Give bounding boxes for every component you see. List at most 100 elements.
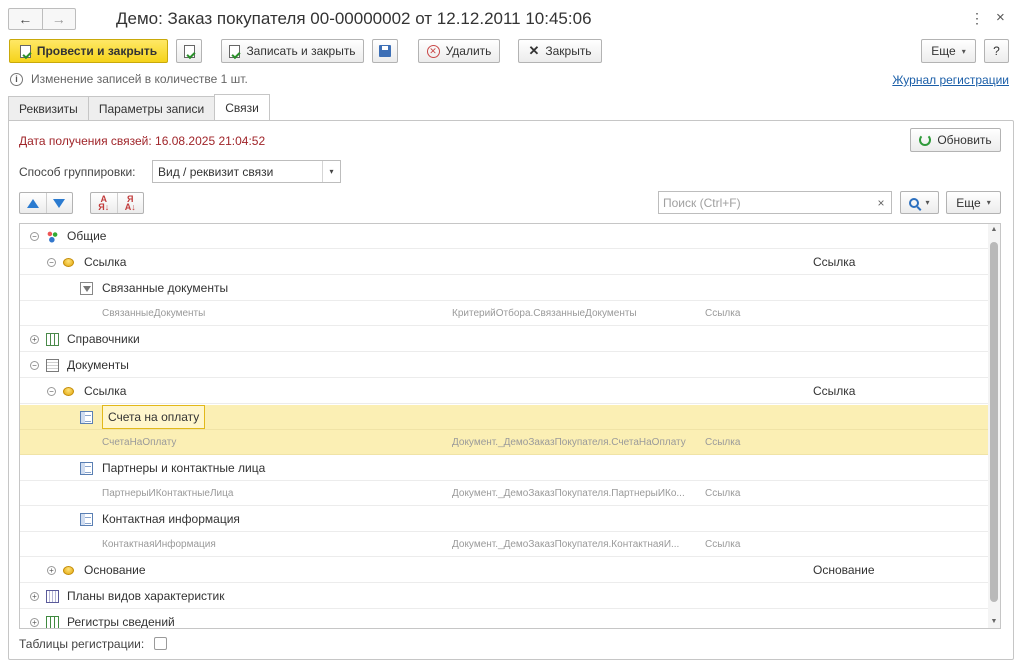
tree-row-contact-info-details[interactable]: КонтактнаяИнформация Документ._ДемоЗаказ…: [20, 532, 988, 557]
window-menu-icon[interactable]: ⋮: [970, 10, 984, 27]
close-label: Закрыть: [545, 44, 592, 58]
tree-row-invoices[interactable]: Счета на оплату: [20, 405, 988, 430]
sort-buttons: А Я↓ Я А↓: [90, 192, 144, 214]
tree-row-path: Документ._ДемоЗаказПокупателя.Контактная…: [452, 539, 680, 550]
caret-down-icon: ▾: [925, 198, 930, 207]
tree-row-linked-docs[interactable]: Связанные документы: [20, 276, 988, 301]
help-label: ?: [993, 44, 1000, 58]
collapse-icon[interactable]: −: [47, 387, 56, 396]
window-title: Демо: Заказ покупателя 00-00000002 от 12…: [116, 9, 592, 28]
tree-row-label: Регистры сведений: [67, 615, 175, 629]
window-close-icon[interactable]: ×: [996, 9, 1005, 26]
delete-icon: ✕: [426, 44, 440, 58]
delete-button[interactable]: ✕ Удалить: [418, 39, 500, 63]
tab-record-parameters[interactable]: Параметры записи: [87, 96, 216, 120]
write-and-close-button[interactable]: Записать и закрыть: [221, 39, 364, 63]
tree-row-partners[interactable]: Партнеры и контактные лица: [20, 456, 988, 481]
search-field[interactable]: ×: [658, 191, 892, 214]
search-input[interactable]: [659, 192, 871, 213]
tree-row-contact-info[interactable]: Контактная информация: [20, 507, 988, 532]
tree-row-linked-docs-details[interactable]: СвязанныеДокументы КритерийОтбора.Связан…: [20, 301, 988, 326]
sort-ascending-icon: А Я↓: [98, 194, 110, 212]
post-document-icon: [183, 44, 195, 58]
refresh-label: Обновить: [937, 133, 992, 147]
tree-row-characteristic-plans[interactable]: + Планы видов характеристик: [20, 584, 988, 609]
sort-descending-button[interactable]: Я А↓: [116, 193, 144, 213]
vertical-scrollbar[interactable]: ▲ ▼: [988, 224, 1000, 628]
tree-row-type: Ссылка: [813, 255, 856, 269]
back-arrow-icon: ←: [18, 11, 33, 27]
tabular-section-icon: [80, 411, 93, 424]
sort-ascending-button[interactable]: А Я↓: [91, 193, 117, 213]
search-button[interactable]: ▾: [900, 191, 939, 214]
registration-tables-checkbox[interactable]: [154, 637, 167, 650]
tree-row-ref-documents[interactable]: − Ссылка Ссылка: [20, 379, 988, 404]
close-button[interactable]: ✕ Закрыть: [518, 39, 602, 63]
characteristic-plan-icon: [46, 590, 59, 603]
tree-row-basis[interactable]: + Основание Основание: [20, 558, 988, 583]
collapse-icon[interactable]: −: [47, 258, 56, 267]
tree-row-name: СвязанныеДокументы: [102, 308, 206, 319]
clear-search-icon[interactable]: ×: [871, 196, 891, 210]
tree-row-label: Связанные документы: [102, 281, 229, 295]
collapse-icon[interactable]: −: [30, 361, 39, 370]
tree-row-documents[interactable]: − Документы: [20, 353, 988, 378]
refresh-icon: [919, 134, 932, 146]
more-label: Еще: [931, 44, 956, 58]
navigation-buttons: ← →: [8, 8, 76, 30]
grouping-select-value: Вид / реквизит связи: [158, 164, 274, 179]
move-up-button[interactable]: [20, 193, 46, 213]
more-button[interactable]: Еще ▾: [921, 39, 976, 63]
tree-row-label: Партнеры и контактные лица: [102, 461, 266, 475]
floppy-disk-icon: [379, 45, 391, 57]
expand-icon[interactable]: +: [47, 566, 56, 575]
tree-row-info-registers[interactable]: + Регистры сведений: [20, 610, 988, 629]
links-tree[interactable]: − Общие − Ссылка Ссылка Связанные докуме…: [19, 223, 1001, 629]
move-down-button[interactable]: [45, 193, 73, 213]
links-receive-date: Дата получения связей: 16.08.2025 21:04:…: [19, 134, 266, 148]
scrollbar-thumb[interactable]: [990, 242, 998, 602]
scroll-up-icon[interactable]: ▲: [988, 224, 1000, 236]
post-button[interactable]: [176, 39, 202, 63]
tree-row-kind: Ссылка: [705, 308, 741, 319]
back-button[interactable]: ←: [9, 9, 42, 29]
tree-row-catalogs[interactable]: + Справочники: [20, 327, 988, 352]
tree-row-label: Планы видов характеристик: [67, 589, 225, 603]
tree-row-name: ПартнерыИКонтактныеЛица: [102, 488, 234, 499]
tree-row-name: СчетаНаОплату: [102, 437, 177, 448]
scroll-down-icon[interactable]: ▼: [988, 616, 1000, 628]
event-log-link[interactable]: Журнал регистрации: [892, 73, 1009, 87]
post-and-close-label: Провести и закрыть: [36, 44, 158, 58]
grouping-label: Способ группировки:: [19, 165, 136, 179]
forward-button[interactable]: →: [41, 9, 76, 29]
tree-row-label: Ссылка: [84, 255, 127, 269]
info-message: i Изменение записей в количестве 1 шт.: [10, 72, 248, 86]
expand-icon[interactable]: +: [30, 335, 39, 344]
registration-tables-label: Таблицы регистрации:: [19, 637, 145, 651]
help-button[interactable]: ?: [984, 39, 1009, 63]
tree-row-invoices-details[interactable]: СчетаНаОплату Документ._ДемоЗаказПокупат…: [20, 430, 988, 455]
tree-row-general[interactable]: − Общие: [20, 224, 988, 249]
tree-more-button[interactable]: Еще ▾: [946, 191, 1001, 214]
tree-row-label: Общие: [67, 229, 107, 243]
arrow-up-icon: [26, 198, 39, 208]
expand-icon[interactable]: +: [30, 618, 39, 627]
expand-icon[interactable]: +: [30, 592, 39, 601]
dropdown-arrow-icon[interactable]: ▾: [322, 161, 340, 182]
tree-row-label-selected: Счета на оплату: [102, 405, 206, 429]
refresh-button[interactable]: Обновить: [910, 128, 1001, 152]
save-button[interactable]: [372, 39, 398, 63]
grouping-select[interactable]: Вид / реквизит связи ▾: [152, 160, 341, 183]
tree-row-ref-general[interactable]: − Ссылка Ссылка: [20, 250, 988, 275]
tab-attributes[interactable]: Реквизиты: [8, 96, 89, 120]
reference-icon: [63, 258, 74, 267]
tree-row-partners-details[interactable]: ПартнерыИКонтактныеЛица Документ._ДемоЗа…: [20, 481, 988, 506]
collapse-icon[interactable]: −: [30, 232, 39, 241]
tree-row-path: Документ._ДемоЗаказПокупателя.ПартнерыИК…: [452, 488, 685, 499]
tab-links[interactable]: Связи: [214, 94, 270, 120]
post-and-close-button[interactable]: Провести и закрыть: [9, 39, 168, 63]
search-icon: [909, 197, 920, 208]
tree-row-label: Справочники: [67, 332, 140, 346]
post-document-icon: [19, 44, 31, 58]
group-icon: [46, 230, 59, 243]
